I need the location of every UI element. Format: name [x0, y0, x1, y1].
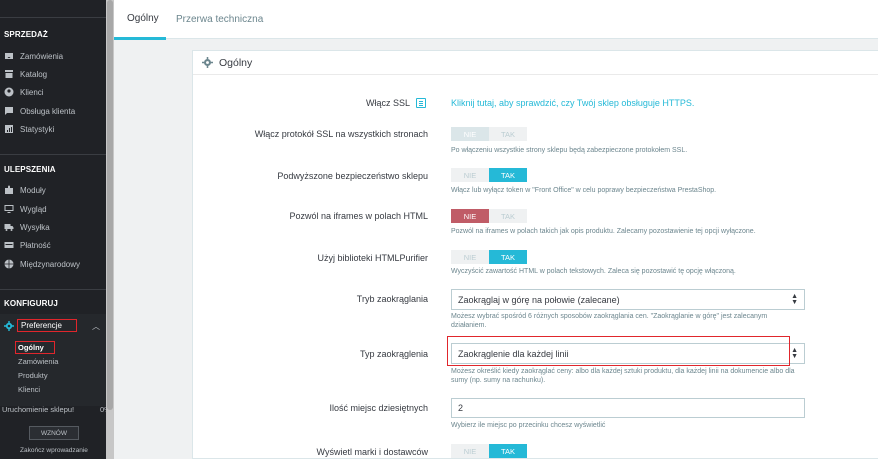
field-help: Wybierz ile miejsc po przecinku chcesz w… [451, 422, 606, 429]
htmlpurifier-switch[interactable]: NIE TAK [451, 250, 527, 264]
switch-no[interactable]: NIE [451, 444, 489, 458]
bar-chart-icon [4, 124, 14, 134]
user-icon [4, 87, 14, 97]
switch-yes[interactable]: TAK [489, 250, 527, 264]
field-label: Ilość miejsc dziesiętnych [329, 403, 428, 413]
finish-onboarding-link[interactable]: Zakończ wprowadzanie [20, 447, 88, 454]
switch-no[interactable]: NIE [451, 250, 489, 264]
sidebar-item-design[interactable]: Wygląd [4, 202, 47, 216]
panel-header: Ogólny [193, 51, 878, 75]
sidebar-item-international[interactable]: Międzynarodowy [4, 257, 80, 271]
puzzle-icon [4, 185, 14, 195]
submenu-products[interactable]: Produkty [18, 371, 48, 380]
field-help: Pozwól na iframes w polach takich jak op… [451, 228, 756, 235]
sidebar-item-orders[interactable]: Zamówienia [4, 49, 63, 63]
switch-no[interactable]: NIE [451, 127, 489, 141]
resume-button[interactable]: WZNÓW [29, 426, 79, 440]
gear-icon [202, 57, 213, 68]
onboarding-label: Uruchomienie sklepu! [2, 405, 75, 414]
store-icon [4, 69, 14, 79]
panel-title: Ogólny [219, 56, 253, 69]
field-label: Wyświetl marki i dostawców [316, 447, 428, 457]
submenu-orders[interactable]: Zamówienia [18, 357, 58, 366]
input-value: 2 [458, 403, 464, 413]
field-label: Włącz protokół SSL na wszystkich stronac… [254, 129, 428, 139]
submenu-customers[interactable]: Klienci [18, 385, 40, 394]
highlight-box [447, 336, 790, 366]
sidebar-item-preferences[interactable]: Preferencje [4, 318, 77, 333]
field-label: Typ zaokrąglenia [359, 349, 428, 359]
sidebar-item-label: Preferencje [17, 319, 77, 332]
field-help: Wyczyścić zawartość HTML w polach teksto… [451, 268, 736, 275]
rounding-mode-select[interactable]: Zaokrąglaj w górę na połowie (zalecane) … [451, 289, 805, 310]
switch-yes[interactable]: TAK [489, 168, 527, 182]
select-arrows-icon: ▲ ▼ [791, 347, 798, 360]
sidebar-item-customers[interactable]: Klienci [4, 85, 44, 99]
inbox-icon [4, 51, 14, 61]
tab-bar: Ogólny Przerwa techniczna [114, 0, 878, 40]
field-label: Tryb zaokrąglania [356, 294, 428, 304]
scrollbar-thumb[interactable] [107, 0, 113, 410]
truck-icon [4, 222, 14, 232]
switch-yes[interactable]: TAK [489, 444, 527, 458]
tab-maintenance[interactable]: Przerwa techniczna [164, 0, 275, 39]
credit-card-icon [4, 240, 14, 250]
switch-yes[interactable]: TAK [489, 209, 527, 223]
field-label: Użyj biblioteki HTMLPurifier [317, 253, 428, 263]
ssl-label: Włącz SSL [365, 98, 410, 108]
list-icon[interactable] [416, 98, 426, 108]
globe-icon [4, 259, 14, 269]
sidebar-item-modules[interactable]: Moduły [4, 183, 46, 197]
iframes-switch[interactable]: NIE TAK [451, 209, 527, 223]
sidebar-divider [0, 154, 106, 155]
field-label: Pozwól na iframes w polach HTML [289, 211, 428, 221]
field-help: Możesz określić kiedy zaokrąglać ceny: a… [451, 368, 795, 384]
section-title-configure: KONFIGURUJ [4, 299, 58, 308]
manufacturers-switch[interactable]: NIE TAK [451, 444, 527, 458]
select-arrows-icon: ▲ ▼ [791, 293, 798, 306]
tab-general[interactable]: Ogólny [114, 0, 166, 40]
sidebar-divider [0, 289, 106, 290]
sidebar-item-shipping[interactable]: Wysyłka [4, 220, 50, 234]
switch-no[interactable]: NIE [451, 168, 489, 182]
sidebar-item-customer-service[interactable]: Obsługa klienta [4, 104, 75, 118]
switch-yes[interactable]: TAK [489, 127, 527, 141]
sidebar-scrollbar[interactable] [106, 0, 114, 459]
sidebar-item-payment[interactable]: Płatność [4, 238, 51, 252]
field-label: Podwyższone bezpieczeństwo sklepu [277, 171, 428, 181]
token-switch[interactable]: NIE TAK [451, 168, 527, 182]
chevron-up-icon[interactable]: ︿ [92, 321, 100, 332]
section-title-sales: SPRZEDAŻ [4, 30, 48, 39]
field-help: Włącz lub wyłącz token w "Front Office" … [451, 187, 717, 194]
ssl-check-link[interactable]: Kliknij tutaj, aby sprawdzić, czy Twój s… [451, 98, 694, 108]
switch-no[interactable]: NIE [451, 209, 489, 223]
section-title-improvements: ULEPSZENIA [4, 165, 56, 174]
field-help: Możesz wybrać spośród 6 różnych sposobów… [451, 313, 768, 329]
monitor-icon [4, 204, 14, 214]
chat-icon [4, 106, 14, 116]
sidebar-divider [0, 17, 106, 18]
sidebar-item-stats[interactable]: Statystyki [4, 122, 54, 136]
gear-icon [4, 320, 14, 331]
submenu-general[interactable]: Ogólny [15, 341, 55, 354]
sidebar: SPRZEDAŻ Zamówienia Katalog Klienci Obsł… [0, 0, 106, 459]
sidebar-item-catalog[interactable]: Katalog [4, 67, 47, 81]
decimals-input[interactable]: 2 [451, 398, 805, 418]
field-help: Po włączeniu wszystkie strony sklepu będ… [451, 147, 688, 154]
general-settings-panel: Ogólny Włącz SSL Kliknij tutaj, aby spra… [192, 50, 878, 459]
ssl-everywhere-switch[interactable]: NIE TAK [451, 127, 527, 141]
select-value: Zaokrąglaj w górę na połowie (zalecane) [458, 294, 620, 305]
